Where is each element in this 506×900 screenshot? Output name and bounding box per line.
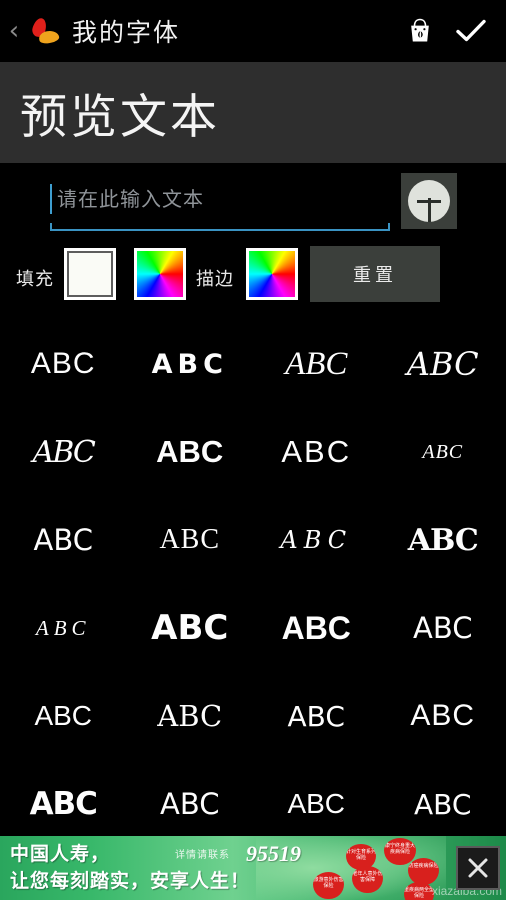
font-sample-cell[interactable]: ABC bbox=[127, 408, 254, 496]
text-input[interactable]: 请在此输入文本 bbox=[50, 177, 390, 231]
font-sample-cell[interactable]: ABC bbox=[380, 760, 506, 836]
font-sample-cell[interactable]: ABC bbox=[253, 760, 380, 836]
close-x-icon[interactable] bbox=[456, 846, 500, 890]
page-title: 我的字体 bbox=[72, 18, 181, 47]
font-sample-text: ABC bbox=[280, 526, 353, 554]
font-sample-text: ABC bbox=[285, 345, 348, 382]
font-sample-cell[interactable]: ABC bbox=[380, 496, 506, 584]
stroke-color-wheel-button[interactable] bbox=[246, 248, 298, 300]
font-sample-text: ABC bbox=[406, 345, 479, 383]
font-sample-cell[interactable]: ABC bbox=[0, 584, 127, 672]
font-sample-text: ABC bbox=[159, 524, 221, 555]
fill-color-preview bbox=[67, 251, 113, 297]
text-caret bbox=[50, 184, 52, 214]
font-sample-text: ABC bbox=[35, 615, 91, 640]
font-sample-text: ABC bbox=[281, 434, 352, 469]
font-sample-text: ABC bbox=[157, 699, 223, 733]
font-sample-cell[interactable]: ABC bbox=[380, 320, 506, 408]
font-sample-text: ABC bbox=[160, 787, 220, 821]
fill-color-wheel-button[interactable] bbox=[134, 248, 186, 300]
shopping-bag-icon[interactable] bbox=[396, 7, 444, 55]
app-bar: ‹ 我的字体 bbox=[0, 0, 506, 62]
ad-apple-badge: 老年人意外伤害保障 bbox=[352, 866, 383, 893]
color-wheel-icon bbox=[249, 251, 295, 297]
font-sample-cell[interactable]: ABC bbox=[127, 672, 254, 760]
font-sample-text: ABC bbox=[151, 348, 228, 380]
stroke-label: 描边 bbox=[196, 269, 234, 290]
font-sample-text: ABC bbox=[32, 434, 96, 470]
ad-contact-prefix: 详情请联系 bbox=[175, 850, 230, 861]
app-logo-icon bbox=[24, 14, 60, 48]
font-sample-cell[interactable]: ABC bbox=[253, 320, 380, 408]
ad-headline-line2: 让您每刻踏实，安享人生！ bbox=[10, 870, 251, 892]
plus-circle-icon bbox=[408, 180, 450, 222]
font-sample-cell[interactable]: ABC bbox=[253, 408, 380, 496]
preview-header-label: 预览文本 bbox=[20, 90, 220, 145]
font-sample-cell[interactable]: ABC bbox=[253, 672, 380, 760]
font-sample-cell[interactable]: ABC bbox=[380, 672, 506, 760]
text-input-underline bbox=[50, 223, 390, 231]
font-sample-cell[interactable]: ABC bbox=[380, 584, 506, 672]
font-sample-text: ABC bbox=[414, 787, 472, 821]
font-sample-text: ABC bbox=[413, 611, 473, 645]
font-sample-text: ABC bbox=[410, 699, 476, 732]
font-sample-cell[interactable]: ABC bbox=[127, 760, 254, 836]
font-sample-text: ABC bbox=[156, 434, 224, 469]
add-text-button[interactable] bbox=[401, 173, 457, 229]
font-sample-text: ABC bbox=[34, 700, 93, 731]
reset-button[interactable]: 重置 bbox=[310, 246, 440, 302]
font-sample-text: ABC bbox=[287, 788, 346, 819]
ad-apple-badge: 防癌疾病保险 bbox=[408, 858, 439, 885]
font-sample-cell[interactable]: ABC bbox=[0, 672, 127, 760]
font-sample-cell[interactable]: ABC bbox=[0, 760, 127, 836]
color-wheel-icon bbox=[137, 251, 183, 297]
font-sample-cell[interactable]: ABC bbox=[253, 496, 380, 584]
font-sample-cell[interactable]: ABC bbox=[127, 496, 254, 584]
ad-apple-badge: 重疾病两全型保险 bbox=[404, 882, 434, 900]
font-sample-cell[interactable]: ABC bbox=[380, 408, 506, 496]
font-sample-cell[interactable]: ABC bbox=[127, 584, 254, 672]
font-sample-text: ABC bbox=[287, 699, 345, 733]
ad-apple-badge: 旅游意外伤害保险 bbox=[313, 872, 344, 899]
back-chevron-icon[interactable]: ‹ bbox=[4, 18, 24, 44]
font-sample-text: ABC bbox=[33, 523, 93, 557]
font-sample-cell[interactable]: ABC bbox=[127, 320, 254, 408]
ad-banner[interactable]: 中国人寿， 让您每刻踏实，安享人生！ 详情请联系 95519 针对生育系列保险 … bbox=[0, 836, 506, 900]
ad-phone-number: 95519 bbox=[246, 841, 301, 866]
font-sample-cell[interactable]: ABC bbox=[0, 496, 127, 584]
fill-color-swatch[interactable] bbox=[64, 248, 116, 300]
font-sample-text: ABC bbox=[151, 608, 229, 648]
font-sample-cell[interactable]: ABC bbox=[253, 584, 380, 672]
font-sample-cell[interactable]: ABC bbox=[0, 408, 127, 496]
preview-header: 预览文本 bbox=[0, 62, 506, 163]
font-grid[interactable]: ABC ABC ABC ABC ABC ABC ABC ABC ABC ABC ABC ABC ABC A… bbox=[0, 320, 506, 836]
font-sample-text: ABC bbox=[407, 522, 479, 558]
font-sample-text: ABC bbox=[422, 440, 464, 463]
reset-button-label: 重置 bbox=[353, 265, 397, 286]
font-sample-text: ABC bbox=[29, 786, 98, 822]
font-sample-text: ABC bbox=[30, 347, 96, 380]
text-input-placeholder: 请在此输入文本 bbox=[57, 187, 204, 211]
fill-label: 填充 bbox=[16, 269, 54, 290]
font-sample-cell[interactable]: ABC bbox=[0, 320, 127, 408]
checkmark-icon[interactable] bbox=[444, 7, 498, 55]
font-sample-text: ABC bbox=[281, 609, 351, 646]
